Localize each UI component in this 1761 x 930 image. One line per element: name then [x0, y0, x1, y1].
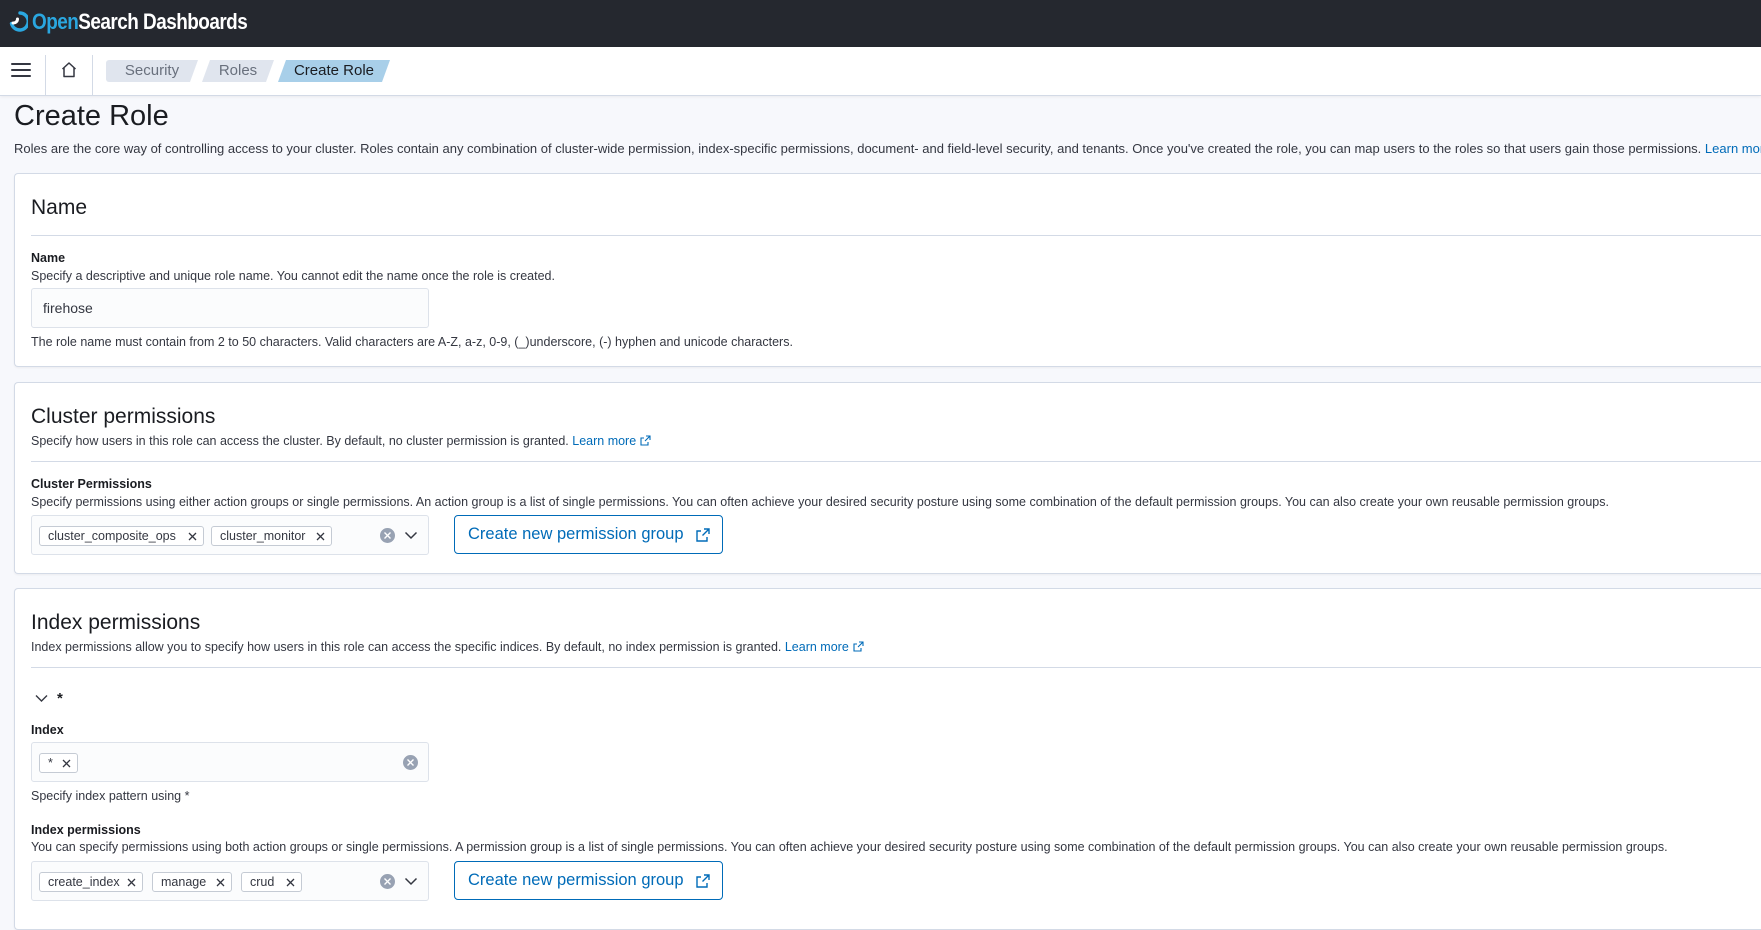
index-permissions-combobox[interactable]: create_index manage crud — [31, 861, 429, 901]
cluster-permissions-help: Specify permissions using either action … — [31, 495, 1609, 509]
name-section-title: Name — [31, 196, 88, 219]
top-header: OpenSearch Dashboards — [0, 0, 1761, 47]
permission-pill: cluster_composite_ops — [39, 526, 204, 546]
cluster-learn-more-link[interactable]: Learn more — [572, 434, 651, 448]
pill-label: create_index — [48, 875, 120, 889]
external-link-icon — [696, 528, 710, 542]
permission-pill: create_index — [39, 872, 143, 892]
clear-selection-icon[interactable] — [380, 528, 395, 543]
pill-label: crud — [250, 875, 275, 889]
pill-label: cluster_monitor — [220, 529, 306, 543]
remove-pill-icon[interactable] — [216, 878, 225, 887]
cluster-permissions-combobox[interactable]: cluster_composite_ops cluster_monitor — [31, 515, 429, 555]
remove-pill-icon[interactable] — [127, 878, 136, 887]
permission-pill: cluster_monitor — [211, 526, 332, 546]
hamburger-menu-icon[interactable] — [11, 63, 31, 79]
page-title: Create Role — [14, 100, 169, 132]
cluster-permissions-label: Cluster Permissions — [31, 477, 152, 491]
cluster-description-text: Specify how users in this role can acces… — [31, 434, 569, 448]
home-icon[interactable] — [59, 60, 79, 80]
learn-more-label: Learn more — [1704, 141, 1761, 156]
index-group-toggle[interactable]: * — [35, 690, 95, 707]
cluster-section-title: Cluster permissions — [31, 405, 216, 428]
name-panel: Name Name Specify a descriptive and uniq… — [14, 173, 1761, 367]
role-name-value: firehose — [43, 300, 93, 316]
breadcrumb-security[interactable]: Security — [106, 60, 198, 82]
breadcrumb-roles[interactable]: Roles — [202, 60, 274, 82]
remove-pill-icon[interactable] — [316, 532, 325, 541]
name-field-label: Name — [31, 251, 66, 265]
chevron-down-icon — [35, 695, 48, 702]
logo-text-dashboards: Search Dashboards — [78, 9, 248, 34]
permission-pill: crud — [241, 872, 302, 892]
index-pill: * — [39, 753, 78, 773]
index-section-description: Index permissions allow you to specify h… — [31, 640, 864, 654]
external-link-icon — [853, 641, 864, 652]
external-link-icon — [696, 874, 710, 888]
chevron-down-icon[interactable] — [404, 530, 418, 540]
cluster-learn-more-label: Learn more — [572, 434, 637, 448]
remove-pill-icon[interactable] — [286, 878, 295, 887]
logo-text-open: Open — [32, 9, 79, 34]
learn-more-link[interactable]: Learn more — [1705, 141, 1761, 156]
index-permissions-help: You can specify permissions using both a… — [31, 840, 1668, 854]
page-description-text: Roles are the core way of controlling ac… — [14, 141, 1702, 156]
clear-selection-icon[interactable] — [403, 755, 418, 770]
index-description-text: Index permissions allow you to specify h… — [31, 640, 782, 654]
index-pattern-help: Specify index pattern using * — [31, 789, 190, 803]
name-constraint-text: The role name must contain from 2 to 50 … — [31, 335, 793, 349]
pill-label: cluster_composite_ops — [48, 529, 176, 543]
create-permission-group-label: Create new permission group — [468, 871, 684, 889]
chevron-down-icon[interactable] — [404, 876, 418, 886]
index-section-title: Index permissions — [31, 611, 201, 634]
page-description: Roles are the core way of controlling ac… — [14, 141, 1761, 156]
role-name-input[interactable]: firehose — [31, 288, 429, 328]
index-field-label: Index — [31, 723, 64, 737]
remove-pill-icon[interactable] — [62, 759, 71, 768]
breadcrumb-create-role: Create Role — [278, 60, 390, 82]
index-group-title: * — [57, 690, 63, 707]
remove-pill-icon[interactable] — [188, 532, 197, 541]
name-field-help: Specify a descriptive and unique role na… — [31, 269, 555, 283]
section-divider — [31, 235, 1761, 236]
pill-label: manage — [161, 875, 207, 889]
cluster-permissions-panel: Cluster permissions Specify how users in… — [14, 382, 1761, 574]
index-learn-more-label: Learn more — [784, 640, 849, 654]
pill-label: * — [48, 756, 53, 770]
permission-pill: manage — [152, 872, 232, 892]
divider — [92, 55, 93, 95]
cluster-section-description: Specify how users in this role can acces… — [31, 434, 651, 448]
index-permissions-label: Index permissions — [31, 823, 141, 837]
create-index-permission-group-button[interactable]: Create new permission group — [454, 861, 723, 900]
create-permission-group-button[interactable]: Create new permission group — [454, 515, 723, 554]
index-learn-more-link[interactable]: Learn more — [785, 640, 864, 654]
clear-selection-icon[interactable] — [380, 874, 395, 889]
index-pattern-combobox[interactable]: * — [31, 742, 429, 782]
opensearch-logo-icon — [9, 11, 28, 32]
divider — [45, 55, 46, 95]
breadcrumb-bar: Security Roles Create Role — [0, 47, 1761, 96]
index-permissions-panel: Index permissions Index permissions allo… — [14, 588, 1761, 930]
section-divider — [31, 461, 1761, 462]
section-divider — [31, 667, 1761, 668]
opensearch-logo[interactable]: OpenSearch Dashboards — [8, 9, 282, 35]
create-permission-group-label: Create new permission group — [468, 525, 684, 543]
external-link-icon — [640, 435, 651, 446]
